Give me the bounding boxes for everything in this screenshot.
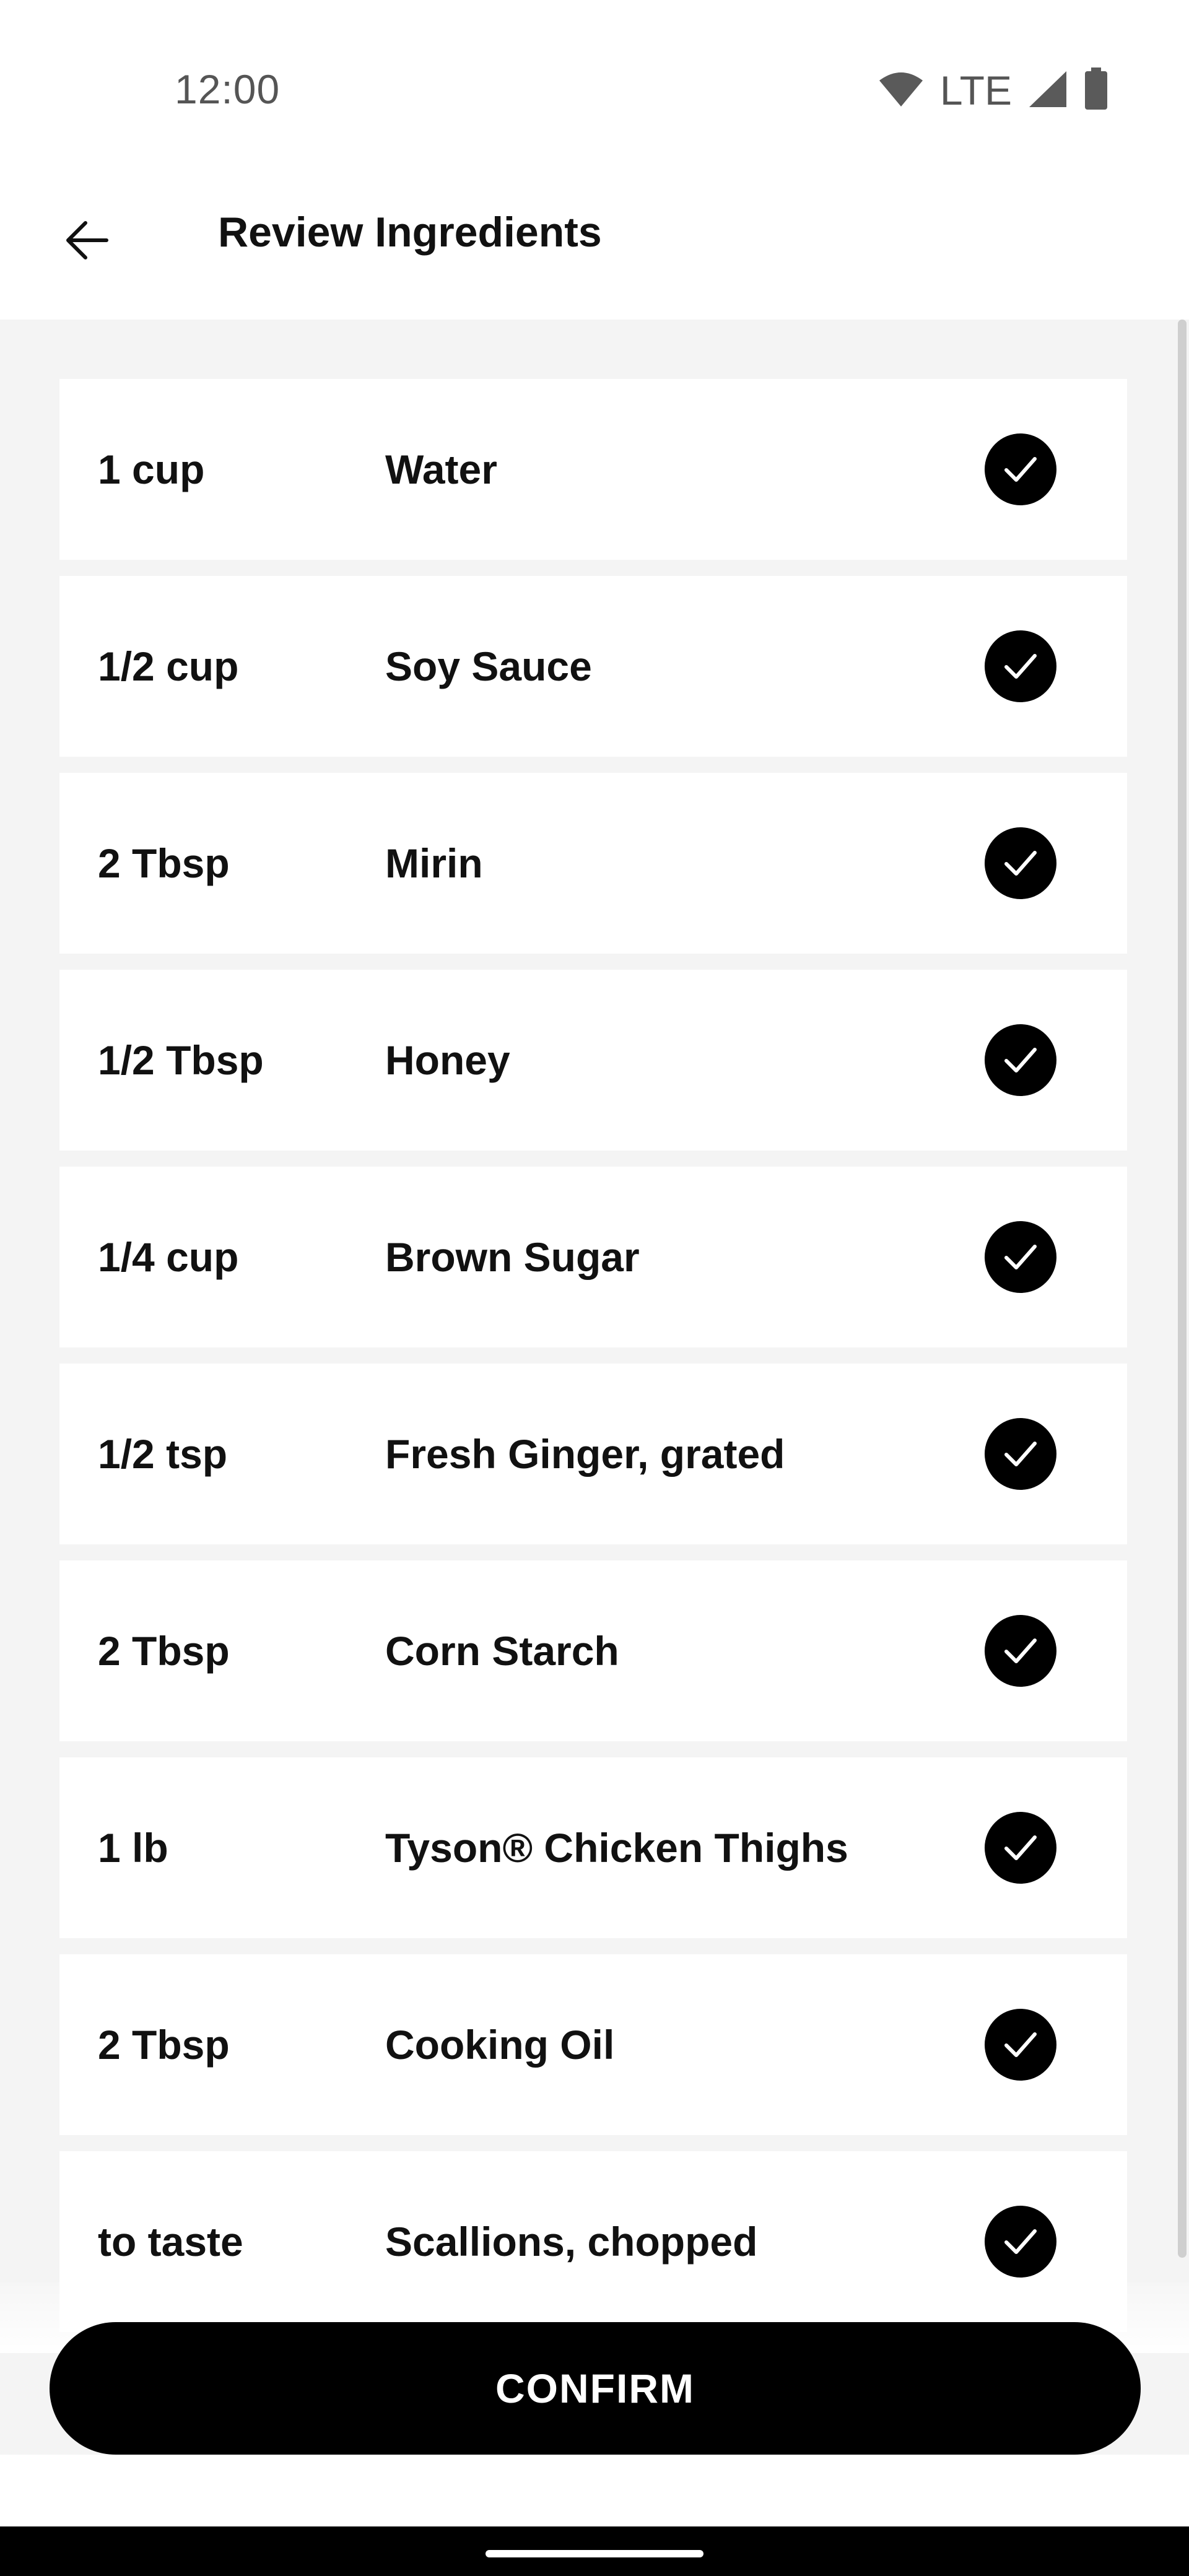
ingredient-quantity: 2 Tbsp <box>98 1628 230 1674</box>
ingredient-quantity: 1/4 cup <box>98 1234 239 1280</box>
ingredient-quantity: 1 cup <box>98 446 205 492</box>
ingredient-name: Brown Sugar <box>385 1234 640 1280</box>
ingredient-quantity: 1/2 tsp <box>98 1431 228 1477</box>
ingredient-row: 2 Tbsp Mirin <box>59 773 1127 954</box>
ingredient-name: Cooking Oil <box>385 2022 615 2068</box>
status-icons: LTE <box>878 66 1108 115</box>
check-icon[interactable] <box>985 1812 1056 1884</box>
ingredient-name: Honey <box>385 1037 510 1083</box>
ingredient-row: 1/4 cup Brown Sugar <box>59 1167 1127 1347</box>
page-title: Review Ingredients <box>218 209 602 256</box>
ingredient-name: Mirin <box>385 840 483 886</box>
ingredient-name: Water <box>385 446 497 492</box>
wifi-icon <box>878 71 924 111</box>
arrow-left-icon <box>62 215 111 268</box>
ingredient-quantity: to taste <box>98 2219 243 2265</box>
confirm-button[interactable]: CONFIRM <box>50 2322 1141 2455</box>
check-icon[interactable] <box>985 1221 1056 1293</box>
ingredient-name: Soy Sauce <box>385 643 592 689</box>
check-icon[interactable] <box>985 433 1056 505</box>
check-icon[interactable] <box>985 827 1056 899</box>
ingredient-row: 1/2 cup Soy Sauce <box>59 576 1127 757</box>
check-icon[interactable] <box>985 630 1056 702</box>
ingredient-row: 1/2 Tbsp Honey <box>59 970 1127 1151</box>
check-icon[interactable] <box>985 2009 1056 2081</box>
check-icon[interactable] <box>985 1615 1056 1687</box>
confirm-button-label: CONFIRM <box>495 2365 695 2411</box>
app-bar: Review Ingredients <box>0 180 1189 320</box>
status-time: 12:00 <box>175 66 281 112</box>
bottom-panel <box>0 2455 1189 2526</box>
check-icon[interactable] <box>985 2206 1056 2278</box>
ingredient-quantity: 2 Tbsp <box>98 840 230 886</box>
back-button[interactable] <box>50 204 124 279</box>
ingredient-name: Tyson® Chicken Thighs <box>385 1825 848 1871</box>
scrollbar[interactable] <box>1178 320 1187 2258</box>
ingredient-row: 1/2 tsp Fresh Ginger, grated <box>59 1364 1127 1544</box>
ingredient-row: 1 lb Tyson® Chicken Thighs <box>59 1757 1127 1938</box>
signal-icon <box>1028 70 1068 111</box>
ingredient-row: 1 cup Water <box>59 379 1127 560</box>
check-icon[interactable] <box>985 1024 1056 1096</box>
status-bar: 12:00 LTE <box>0 0 1189 180</box>
navigation-bar <box>0 2526 1189 2576</box>
screen: 12:00 LTE Review Ingredients 1 cup Water… <box>0 0 1189 2576</box>
ingredient-quantity: 2 Tbsp <box>98 2022 230 2068</box>
network-type-label: LTE <box>939 67 1012 113</box>
ingredient-quantity: 1/2 cup <box>98 643 239 689</box>
ingredient-name: Fresh Ginger, grated <box>385 1431 785 1477</box>
check-icon[interactable] <box>985 1418 1056 1490</box>
ingredient-quantity: 1/2 Tbsp <box>98 1037 264 1083</box>
ingredient-row: 2 Tbsp Corn Starch <box>59 1560 1127 1741</box>
home-handle[interactable] <box>486 2550 703 2557</box>
ingredient-quantity: 1 lb <box>98 1825 168 1871</box>
ingredient-row: 2 Tbsp Cooking Oil <box>59 1954 1127 2135</box>
battery-icon <box>1084 67 1108 114</box>
ingredient-name: Corn Starch <box>385 1628 619 1674</box>
ingredient-name: Scallions, chopped <box>385 2219 758 2265</box>
